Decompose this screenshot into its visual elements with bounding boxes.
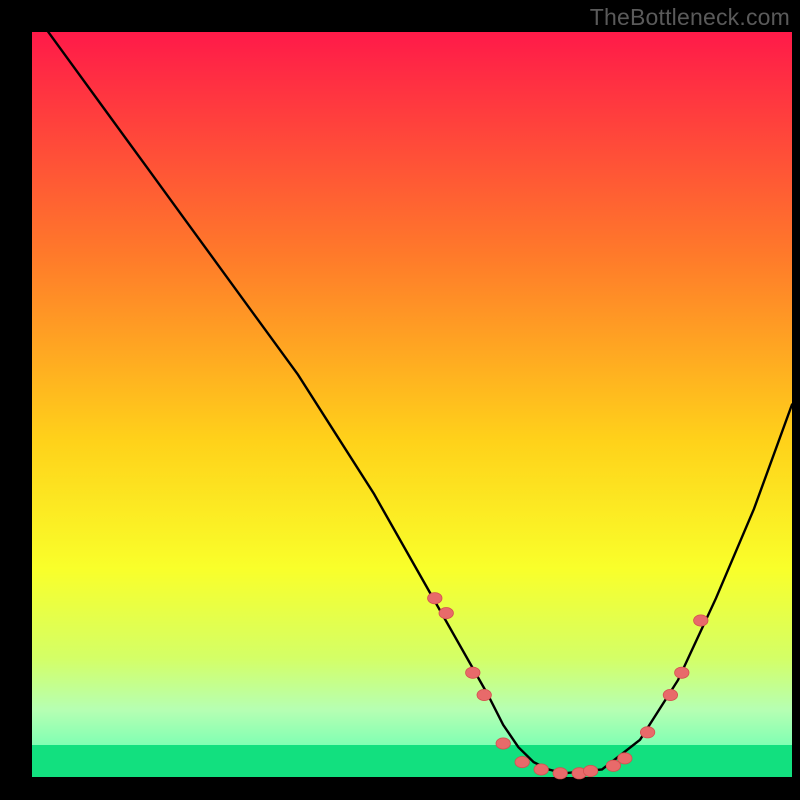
plot-background bbox=[32, 32, 792, 777]
optimal-band bbox=[32, 745, 792, 777]
curve-marker bbox=[466, 667, 480, 678]
curve-marker bbox=[583, 765, 597, 776]
curve-marker bbox=[439, 608, 453, 619]
watermark-text: TheBottleneck.com bbox=[590, 4, 790, 31]
curve-marker bbox=[428, 593, 442, 604]
chart-stage: { "watermark": "TheBottleneck.com", "col… bbox=[0, 0, 800, 800]
curve-marker bbox=[606, 760, 620, 771]
curve-marker bbox=[675, 667, 689, 678]
curve-marker bbox=[694, 615, 708, 626]
curve-marker bbox=[553, 768, 567, 779]
curve-marker bbox=[640, 727, 654, 738]
curve-marker bbox=[618, 753, 632, 764]
bottleneck-curve-chart bbox=[0, 0, 800, 800]
curve-marker bbox=[515, 757, 529, 768]
curve-marker bbox=[534, 764, 548, 775]
curve-marker bbox=[663, 689, 677, 700]
curve-marker bbox=[477, 689, 491, 700]
curve-marker bbox=[496, 738, 510, 749]
